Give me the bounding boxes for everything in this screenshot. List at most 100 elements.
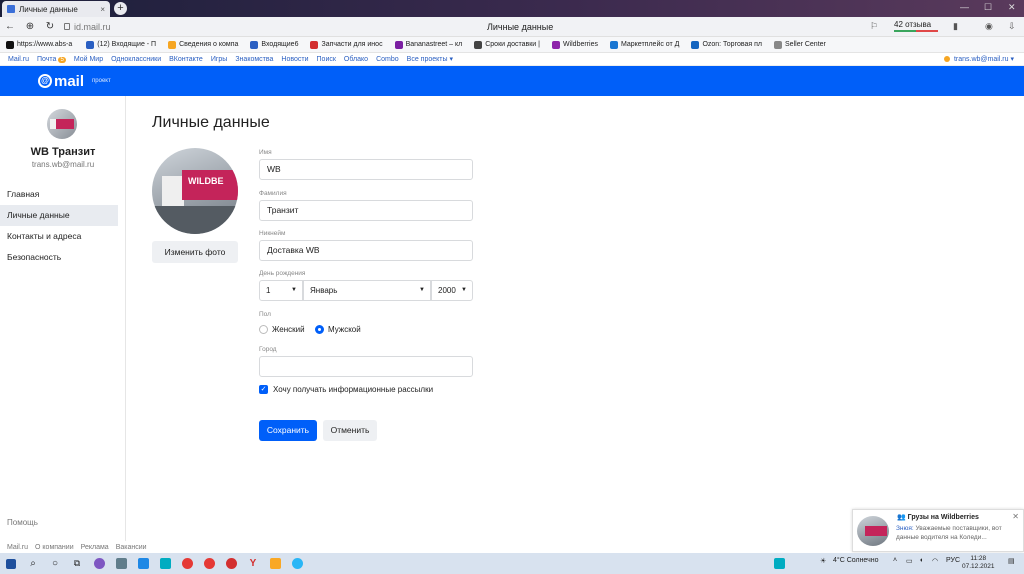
- notifications-icon[interactable]: ▤: [1008, 557, 1015, 565]
- weather-text[interactable]: 4°C Солнечно: [833, 557, 879, 564]
- reviews-badge[interactable]: 42 отзыва: [894, 20, 938, 32]
- help-link[interactable]: Помощь: [7, 518, 38, 527]
- city-field[interactable]: [259, 356, 473, 377]
- bookmark-item[interactable]: Сроки доставки |: [474, 40, 540, 49]
- bookmark-item[interactable]: Seller Center: [774, 40, 826, 49]
- app-icon[interactable]: [88, 553, 110, 574]
- bookmark-favicon-icon: [86, 40, 95, 49]
- gender-male-radio[interactable]: Мужской: [315, 325, 361, 334]
- sidebar-item-security[interactable]: Безопасность: [0, 247, 118, 268]
- footer-link[interactable]: Mail.ru: [7, 544, 28, 551]
- reload-icon[interactable]: ↻: [40, 21, 60, 32]
- footer-link[interactable]: Вакансии: [116, 544, 147, 551]
- bookmark-item[interactable]: (12) Входящие - П: [86, 40, 156, 49]
- yandex-icon[interactable]: [198, 553, 220, 574]
- user-status-icon: [943, 56, 950, 62]
- nav-link[interactable]: Мой Мир: [74, 56, 103, 63]
- shield-icon[interactable]: ⊕: [20, 21, 40, 32]
- chrome-icon[interactable]: [176, 553, 198, 574]
- bookmark-item[interactable]: Сведения о компа: [168, 40, 238, 49]
- volume-icon[interactable]: ◖: [919, 557, 923, 564]
- notification-toast[interactable]: 👥 Грузы на Wildberries Знюя: Уважаемые п…: [852, 509, 1024, 552]
- tray-chevron-icon[interactable]: ˄: [893, 557, 897, 564]
- footer-link[interactable]: Реклама: [81, 544, 109, 551]
- newsletter-checkbox[interactable]: ✓ Хочу получать информационные рассылки: [259, 385, 433, 394]
- nav-link-all-projects[interactable]: Все проекты ▾: [407, 55, 453, 63]
- bookmark-item[interactable]: Входящие6: [250, 40, 298, 49]
- search-icon[interactable]: ⌕: [22, 553, 44, 574]
- profile-icon[interactable]: ◉: [985, 21, 993, 32]
- birthday-year-select[interactable]: 2000 ▼: [431, 280, 473, 301]
- bookmark-item[interactable]: Wildberries: [551, 40, 598, 49]
- nav-link[interactable]: Одноклассники: [111, 56, 161, 63]
- opera-icon[interactable]: [220, 553, 242, 574]
- url-field[interactable]: id.mail.ru: [64, 22, 111, 32]
- network-icon[interactable]: ▭: [906, 557, 913, 565]
- bookmark-icon[interactable]: ▮: [953, 21, 958, 32]
- back-icon[interactable]: ←: [0, 21, 20, 32]
- telegram-icon[interactable]: [286, 553, 308, 574]
- save-button[interactable]: Сохранить: [259, 420, 317, 441]
- avatar[interactable]: [47, 109, 77, 139]
- nav-link[interactable]: Поиск: [317, 56, 336, 63]
- bookmark-favicon-icon: [774, 40, 783, 49]
- nav-link[interactable]: Combo: [376, 56, 399, 63]
- bookmark-favicon-icon: [474, 40, 483, 49]
- app-icon[interactable]: [132, 553, 154, 574]
- birthday-month-select[interactable]: Январь ▼: [303, 280, 431, 301]
- birthday-day-select[interactable]: 1 ▼: [259, 280, 303, 301]
- nav-link[interactable]: Новости: [281, 56, 308, 63]
- minimize-icon[interactable]: —: [960, 2, 969, 12]
- language-indicator[interactable]: РУС: [946, 557, 960, 564]
- nav-link[interactable]: ВКонтакте: [169, 56, 203, 63]
- weather-icon: ☀: [820, 558, 827, 565]
- nav-link[interactable]: Игры: [211, 56, 228, 63]
- cortana-icon[interactable]: ○: [44, 553, 66, 574]
- footer-link[interactable]: О компании: [35, 544, 74, 551]
- nav-link-mail[interactable]: Почта 5: [37, 56, 66, 63]
- clock[interactable]: 11:28 07.12.2021: [962, 555, 995, 571]
- bookmark-item[interactable]: Bananastreet – кл: [394, 40, 462, 49]
- yandex-browser-icon[interactable]: Y: [242, 553, 264, 574]
- bookmark-item[interactable]: Маркетплейс от Д: [609, 40, 679, 49]
- app-icon[interactable]: [154, 553, 176, 574]
- bookmark-item[interactable]: Ozon: Торговая пл: [691, 40, 762, 49]
- bookmark-favicon-icon: [168, 40, 177, 49]
- sidebar-item-home[interactable]: Главная: [0, 184, 118, 205]
- bookmark-item[interactable]: Запчасти для инос: [310, 40, 383, 49]
- nav-link[interactable]: Облако: [344, 56, 368, 63]
- gender-female-radio[interactable]: Женский: [259, 325, 305, 334]
- app-icon[interactable]: [264, 553, 286, 574]
- bookmark-item[interactable]: https://www.abs-a: [6, 40, 72, 49]
- download-icon[interactable]: ⇩: [1008, 21, 1016, 32]
- nav-link[interactable]: Mail.ru: [8, 56, 29, 63]
- wifi-icon[interactable]: ◠: [932, 557, 938, 565]
- profile-photo[interactable]: WILDBE: [152, 148, 238, 234]
- nickname-field[interactable]: Доставка WB: [259, 240, 473, 261]
- sidebar-item-contacts[interactable]: Контакты и адреса: [0, 226, 118, 247]
- task-view-icon[interactable]: ⧉: [66, 553, 88, 574]
- city-label: Город: [259, 346, 277, 353]
- cancel-button[interactable]: Отменить: [323, 420, 377, 441]
- first-name-field[interactable]: WB: [259, 159, 473, 180]
- close-icon[interactable]: ✕: [1012, 512, 1019, 521]
- last-name-label: Фамилия: [259, 190, 287, 197]
- last-name-field[interactable]: Транзит: [259, 200, 473, 221]
- translate-icon[interactable]: ⚐: [870, 21, 878, 32]
- browser-tab[interactable]: Личные данные ×: [2, 1, 110, 17]
- change-photo-button[interactable]: Изменить фото: [152, 241, 238, 263]
- tab-close-icon[interactable]: ×: [100, 5, 105, 14]
- maximize-icon[interactable]: ☐: [984, 2, 992, 13]
- sidebar-item-personal-data[interactable]: Личные данные: [0, 205, 118, 226]
- mail-logo[interactable]: @ mail: [38, 73, 84, 90]
- bookmark-favicon-icon: [250, 40, 259, 49]
- app-icon[interactable]: [768, 553, 790, 574]
- account-menu[interactable]: trans.wb@mail.ru ▾: [943, 55, 1014, 63]
- lock-icon: [64, 23, 70, 30]
- nav-link[interactable]: Знакомства: [235, 56, 273, 63]
- app-icon[interactable]: [110, 553, 132, 574]
- close-window-icon[interactable]: ✕: [1008, 2, 1016, 13]
- notification-title: 👥 Грузы на Wildberries: [897, 514, 979, 521]
- new-tab-button[interactable]: +: [114, 2, 127, 15]
- start-icon[interactable]: [0, 553, 22, 574]
